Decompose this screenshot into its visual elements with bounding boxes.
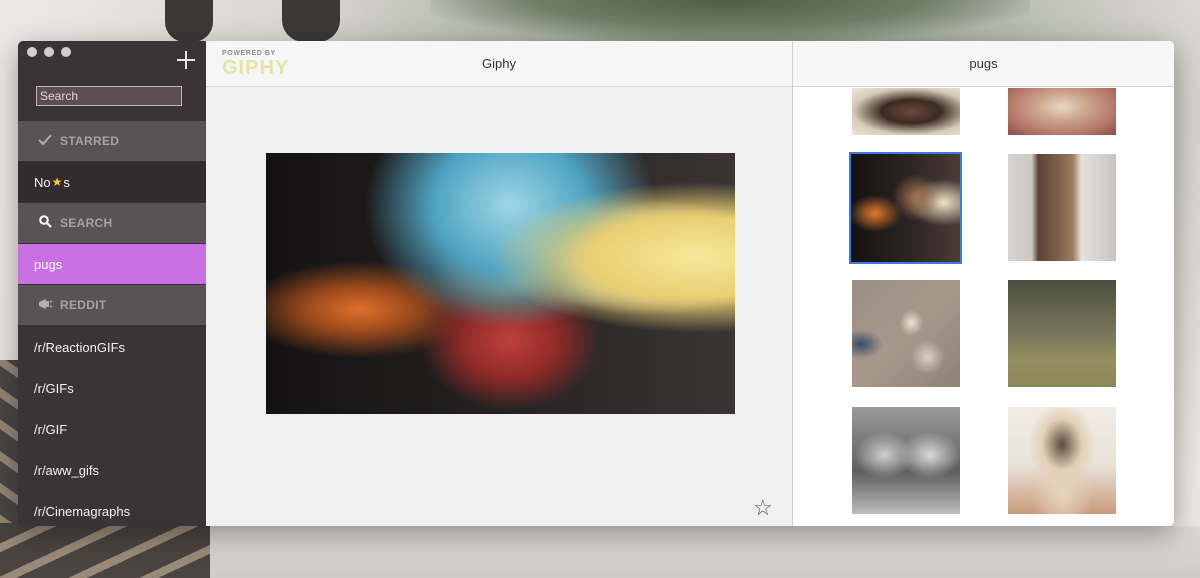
add-source-button[interactable] <box>176 50 196 70</box>
gif-thumbnail-selected[interactable] <box>849 152 962 264</box>
sidebar-item-label: /r/GIFs <box>34 380 74 396</box>
sidebar-item-gifs[interactable]: /r/GIFs <box>18 368 206 408</box>
results-title: pugs <box>793 41 1174 87</box>
sidebar-item-pugs[interactable]: pugs <box>18 244 206 284</box>
megaphone-icon <box>36 297 54 314</box>
search-field-wrapper <box>36 86 182 106</box>
gif-thumbnail[interactable] <box>1008 280 1116 387</box>
gif-thumbnail[interactable] <box>1008 88 1116 135</box>
sidebar-item-aww-gifs[interactable]: /r/aww_gifs <box>18 450 206 490</box>
wallpaper-giraffe-horn <box>165 0 213 42</box>
sidebar-item-label: /r/aww_gifs <box>34 462 100 478</box>
sidebar: STARRED No ★ s SEARCH pugs REDDIT /r/Rea… <box>18 41 206 526</box>
section-header-search: SEARCH <box>18 203 206 243</box>
section-header-label: STARRED <box>60 134 120 148</box>
results-pane: pugs <box>793 41 1174 526</box>
star-outline-icon[interactable]: ☆ <box>753 497 773 519</box>
star-icon: ★ <box>51 175 63 189</box>
sidebar-item-label: /r/ReactionGIFs <box>34 339 126 355</box>
section-header-label: SEARCH <box>60 216 113 230</box>
gif-thumbnail[interactable] <box>852 407 960 514</box>
sidebar-item-label: pugs <box>34 256 63 272</box>
starred-empty-suffix: s <box>63 174 70 190</box>
gif-thumbnail[interactable] <box>1008 154 1116 261</box>
sidebar-item-gif[interactable]: /r/GIF <box>18 409 206 449</box>
minimize-window-button[interactable] <box>44 47 54 57</box>
close-window-button[interactable] <box>27 47 37 57</box>
gif-thumbnail[interactable] <box>852 88 960 135</box>
wallpaper-giraffe-body <box>0 523 210 578</box>
section-header-starred: STARRED <box>18 121 206 161</box>
viewer-title: Giphy <box>482 56 516 71</box>
search-input[interactable] <box>36 86 182 106</box>
wallpaper-giraffe-horn <box>282 0 340 42</box>
checkmark-icon <box>36 133 54 149</box>
starred-empty-text: No <box>34 174 51 190</box>
sidebar-item-reactiongifs[interactable]: /r/ReactionGIFs <box>18 327 206 367</box>
app-window: STARRED No ★ s SEARCH pugs REDDIT /r/Rea… <box>18 41 1174 526</box>
starred-empty-message: No ★ s <box>18 162 206 202</box>
gif-thumbnail[interactable] <box>852 280 960 387</box>
zoom-window-button[interactable] <box>61 47 71 57</box>
sidebar-item-cinemagraphs[interactable]: /r/Cinemagraphs <box>18 491 206 526</box>
sidebar-item-label: /r/GIF <box>34 421 68 437</box>
wallpaper-ground <box>210 526 1200 578</box>
window-controls <box>27 47 71 57</box>
section-header-label: REDDIT <box>60 298 107 312</box>
section-header-reddit: REDDIT <box>18 285 206 325</box>
gif-thumbnail[interactable] <box>1008 407 1116 514</box>
sidebar-item-label: /r/Cinemagraphs <box>34 503 131 519</box>
viewer-toolbar: POWERED BY GIPHY Giphy <box>206 41 792 87</box>
gif-viewer-pane: POWERED BY GIPHY Giphy ☆ <box>206 41 793 526</box>
wallpaper-tree <box>430 0 1030 42</box>
magnifier-icon <box>36 215 54 231</box>
gif-preview-image[interactable] <box>266 153 735 414</box>
